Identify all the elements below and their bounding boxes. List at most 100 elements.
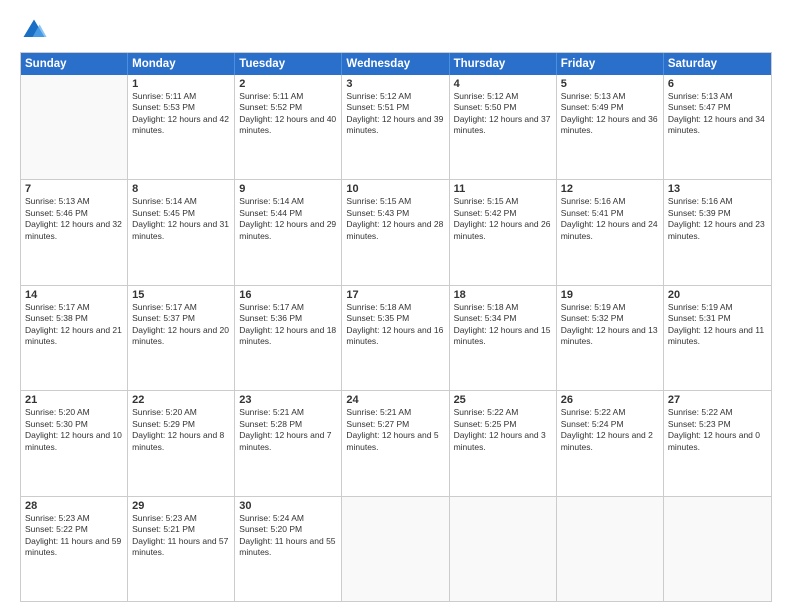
logo — [20, 16, 52, 44]
day-number: 21 — [25, 394, 123, 406]
page: SundayMondayTuesdayWednesdayThursdayFrid… — [0, 0, 792, 612]
cell-info: Sunrise: 5:22 AM Sunset: 5:23 PM Dayligh… — [668, 407, 767, 453]
cell-info: Sunrise: 5:12 AM Sunset: 5:51 PM Dayligh… — [346, 91, 444, 137]
calendar-cell: 19Sunrise: 5:19 AM Sunset: 5:32 PM Dayli… — [557, 286, 664, 390]
day-number: 28 — [25, 500, 123, 512]
calendar-cell: 8Sunrise: 5:14 AM Sunset: 5:45 PM Daylig… — [128, 180, 235, 284]
cell-info: Sunrise: 5:17 AM Sunset: 5:36 PM Dayligh… — [239, 302, 337, 348]
cell-info: Sunrise: 5:13 AM Sunset: 5:47 PM Dayligh… — [668, 91, 767, 137]
cell-info: Sunrise: 5:22 AM Sunset: 5:25 PM Dayligh… — [454, 407, 552, 453]
calendar-header-day: Tuesday — [235, 53, 342, 75]
calendar-cell: 17Sunrise: 5:18 AM Sunset: 5:35 PM Dayli… — [342, 286, 449, 390]
day-number: 17 — [346, 289, 444, 301]
day-number: 26 — [561, 394, 659, 406]
calendar-cell: 7Sunrise: 5:13 AM Sunset: 5:46 PM Daylig… — [21, 180, 128, 284]
calendar-cell: 16Sunrise: 5:17 AM Sunset: 5:36 PM Dayli… — [235, 286, 342, 390]
day-number: 12 — [561, 183, 659, 195]
day-number: 25 — [454, 394, 552, 406]
cell-info: Sunrise: 5:14 AM Sunset: 5:45 PM Dayligh… — [132, 196, 230, 242]
logo-icon — [20, 16, 48, 44]
day-number: 14 — [25, 289, 123, 301]
calendar-header-day: Thursday — [450, 53, 557, 75]
cell-info: Sunrise: 5:11 AM Sunset: 5:53 PM Dayligh… — [132, 91, 230, 137]
calendar-cell: 27Sunrise: 5:22 AM Sunset: 5:23 PM Dayli… — [664, 391, 771, 495]
day-number: 10 — [346, 183, 444, 195]
calendar-cell: 15Sunrise: 5:17 AM Sunset: 5:37 PM Dayli… — [128, 286, 235, 390]
cell-info: Sunrise: 5:21 AM Sunset: 5:28 PM Dayligh… — [239, 407, 337, 453]
cell-info: Sunrise: 5:20 AM Sunset: 5:30 PM Dayligh… — [25, 407, 123, 453]
day-number: 6 — [668, 78, 767, 90]
calendar-cell: 13Sunrise: 5:16 AM Sunset: 5:39 PM Dayli… — [664, 180, 771, 284]
calendar-cell: 9Sunrise: 5:14 AM Sunset: 5:44 PM Daylig… — [235, 180, 342, 284]
day-number: 16 — [239, 289, 337, 301]
cell-info: Sunrise: 5:16 AM Sunset: 5:39 PM Dayligh… — [668, 196, 767, 242]
cell-info: Sunrise: 5:12 AM Sunset: 5:50 PM Dayligh… — [454, 91, 552, 137]
calendar-cell — [21, 75, 128, 179]
calendar-cell: 2Sunrise: 5:11 AM Sunset: 5:52 PM Daylig… — [235, 75, 342, 179]
cell-info: Sunrise: 5:17 AM Sunset: 5:38 PM Dayligh… — [25, 302, 123, 348]
calendar: SundayMondayTuesdayWednesdayThursdayFrid… — [20, 52, 772, 602]
calendar-cell — [450, 497, 557, 601]
calendar-cell: 18Sunrise: 5:18 AM Sunset: 5:34 PM Dayli… — [450, 286, 557, 390]
cell-info: Sunrise: 5:16 AM Sunset: 5:41 PM Dayligh… — [561, 196, 659, 242]
calendar-cell: 14Sunrise: 5:17 AM Sunset: 5:38 PM Dayli… — [21, 286, 128, 390]
cell-info: Sunrise: 5:13 AM Sunset: 5:49 PM Dayligh… — [561, 91, 659, 137]
day-number: 15 — [132, 289, 230, 301]
calendar-cell: 12Sunrise: 5:16 AM Sunset: 5:41 PM Dayli… — [557, 180, 664, 284]
cell-info: Sunrise: 5:17 AM Sunset: 5:37 PM Dayligh… — [132, 302, 230, 348]
day-number: 11 — [454, 183, 552, 195]
cell-info: Sunrise: 5:18 AM Sunset: 5:35 PM Dayligh… — [346, 302, 444, 348]
day-number: 4 — [454, 78, 552, 90]
calendar-cell — [342, 497, 449, 601]
calendar-header-day: Friday — [557, 53, 664, 75]
calendar-week-row: 1Sunrise: 5:11 AM Sunset: 5:53 PM Daylig… — [21, 75, 771, 179]
calendar-cell — [664, 497, 771, 601]
day-number: 27 — [668, 394, 767, 406]
cell-info: Sunrise: 5:24 AM Sunset: 5:20 PM Dayligh… — [239, 513, 337, 559]
calendar-cell: 26Sunrise: 5:22 AM Sunset: 5:24 PM Dayli… — [557, 391, 664, 495]
cell-info: Sunrise: 5:15 AM Sunset: 5:42 PM Dayligh… — [454, 196, 552, 242]
day-number: 9 — [239, 183, 337, 195]
calendar-cell: 24Sunrise: 5:21 AM Sunset: 5:27 PM Dayli… — [342, 391, 449, 495]
calendar-cell: 11Sunrise: 5:15 AM Sunset: 5:42 PM Dayli… — [450, 180, 557, 284]
calendar-cell: 4Sunrise: 5:12 AM Sunset: 5:50 PM Daylig… — [450, 75, 557, 179]
cell-info: Sunrise: 5:23 AM Sunset: 5:21 PM Dayligh… — [132, 513, 230, 559]
day-number: 1 — [132, 78, 230, 90]
cell-info: Sunrise: 5:22 AM Sunset: 5:24 PM Dayligh… — [561, 407, 659, 453]
cell-info: Sunrise: 5:18 AM Sunset: 5:34 PM Dayligh… — [454, 302, 552, 348]
calendar-cell: 1Sunrise: 5:11 AM Sunset: 5:53 PM Daylig… — [128, 75, 235, 179]
day-number: 8 — [132, 183, 230, 195]
calendar-cell: 30Sunrise: 5:24 AM Sunset: 5:20 PM Dayli… — [235, 497, 342, 601]
calendar-cell: 10Sunrise: 5:15 AM Sunset: 5:43 PM Dayli… — [342, 180, 449, 284]
calendar-header-day: Wednesday — [342, 53, 449, 75]
calendar-cell — [557, 497, 664, 601]
calendar-header-day: Monday — [128, 53, 235, 75]
cell-info: Sunrise: 5:14 AM Sunset: 5:44 PM Dayligh… — [239, 196, 337, 242]
calendar-week-row: 21Sunrise: 5:20 AM Sunset: 5:30 PM Dayli… — [21, 390, 771, 495]
cell-info: Sunrise: 5:20 AM Sunset: 5:29 PM Dayligh… — [132, 407, 230, 453]
cell-info: Sunrise: 5:19 AM Sunset: 5:31 PM Dayligh… — [668, 302, 767, 348]
day-number: 3 — [346, 78, 444, 90]
calendar-cell: 25Sunrise: 5:22 AM Sunset: 5:25 PM Dayli… — [450, 391, 557, 495]
day-number: 24 — [346, 394, 444, 406]
calendar-week-row: 14Sunrise: 5:17 AM Sunset: 5:38 PM Dayli… — [21, 285, 771, 390]
day-number: 30 — [239, 500, 337, 512]
calendar-cell: 20Sunrise: 5:19 AM Sunset: 5:31 PM Dayli… — [664, 286, 771, 390]
calendar-cell: 6Sunrise: 5:13 AM Sunset: 5:47 PM Daylig… — [664, 75, 771, 179]
day-number: 22 — [132, 394, 230, 406]
calendar-week-row: 28Sunrise: 5:23 AM Sunset: 5:22 PM Dayli… — [21, 496, 771, 601]
day-number: 7 — [25, 183, 123, 195]
day-number: 23 — [239, 394, 337, 406]
calendar-cell: 21Sunrise: 5:20 AM Sunset: 5:30 PM Dayli… — [21, 391, 128, 495]
cell-info: Sunrise: 5:21 AM Sunset: 5:27 PM Dayligh… — [346, 407, 444, 453]
cell-info: Sunrise: 5:19 AM Sunset: 5:32 PM Dayligh… — [561, 302, 659, 348]
calendar-header-day: Saturday — [664, 53, 771, 75]
cell-info: Sunrise: 5:11 AM Sunset: 5:52 PM Dayligh… — [239, 91, 337, 137]
day-number: 20 — [668, 289, 767, 301]
cell-info: Sunrise: 5:13 AM Sunset: 5:46 PM Dayligh… — [25, 196, 123, 242]
calendar-cell: 22Sunrise: 5:20 AM Sunset: 5:29 PM Dayli… — [128, 391, 235, 495]
calendar-cell: 3Sunrise: 5:12 AM Sunset: 5:51 PM Daylig… — [342, 75, 449, 179]
day-number: 18 — [454, 289, 552, 301]
header — [20, 16, 772, 44]
day-number: 5 — [561, 78, 659, 90]
